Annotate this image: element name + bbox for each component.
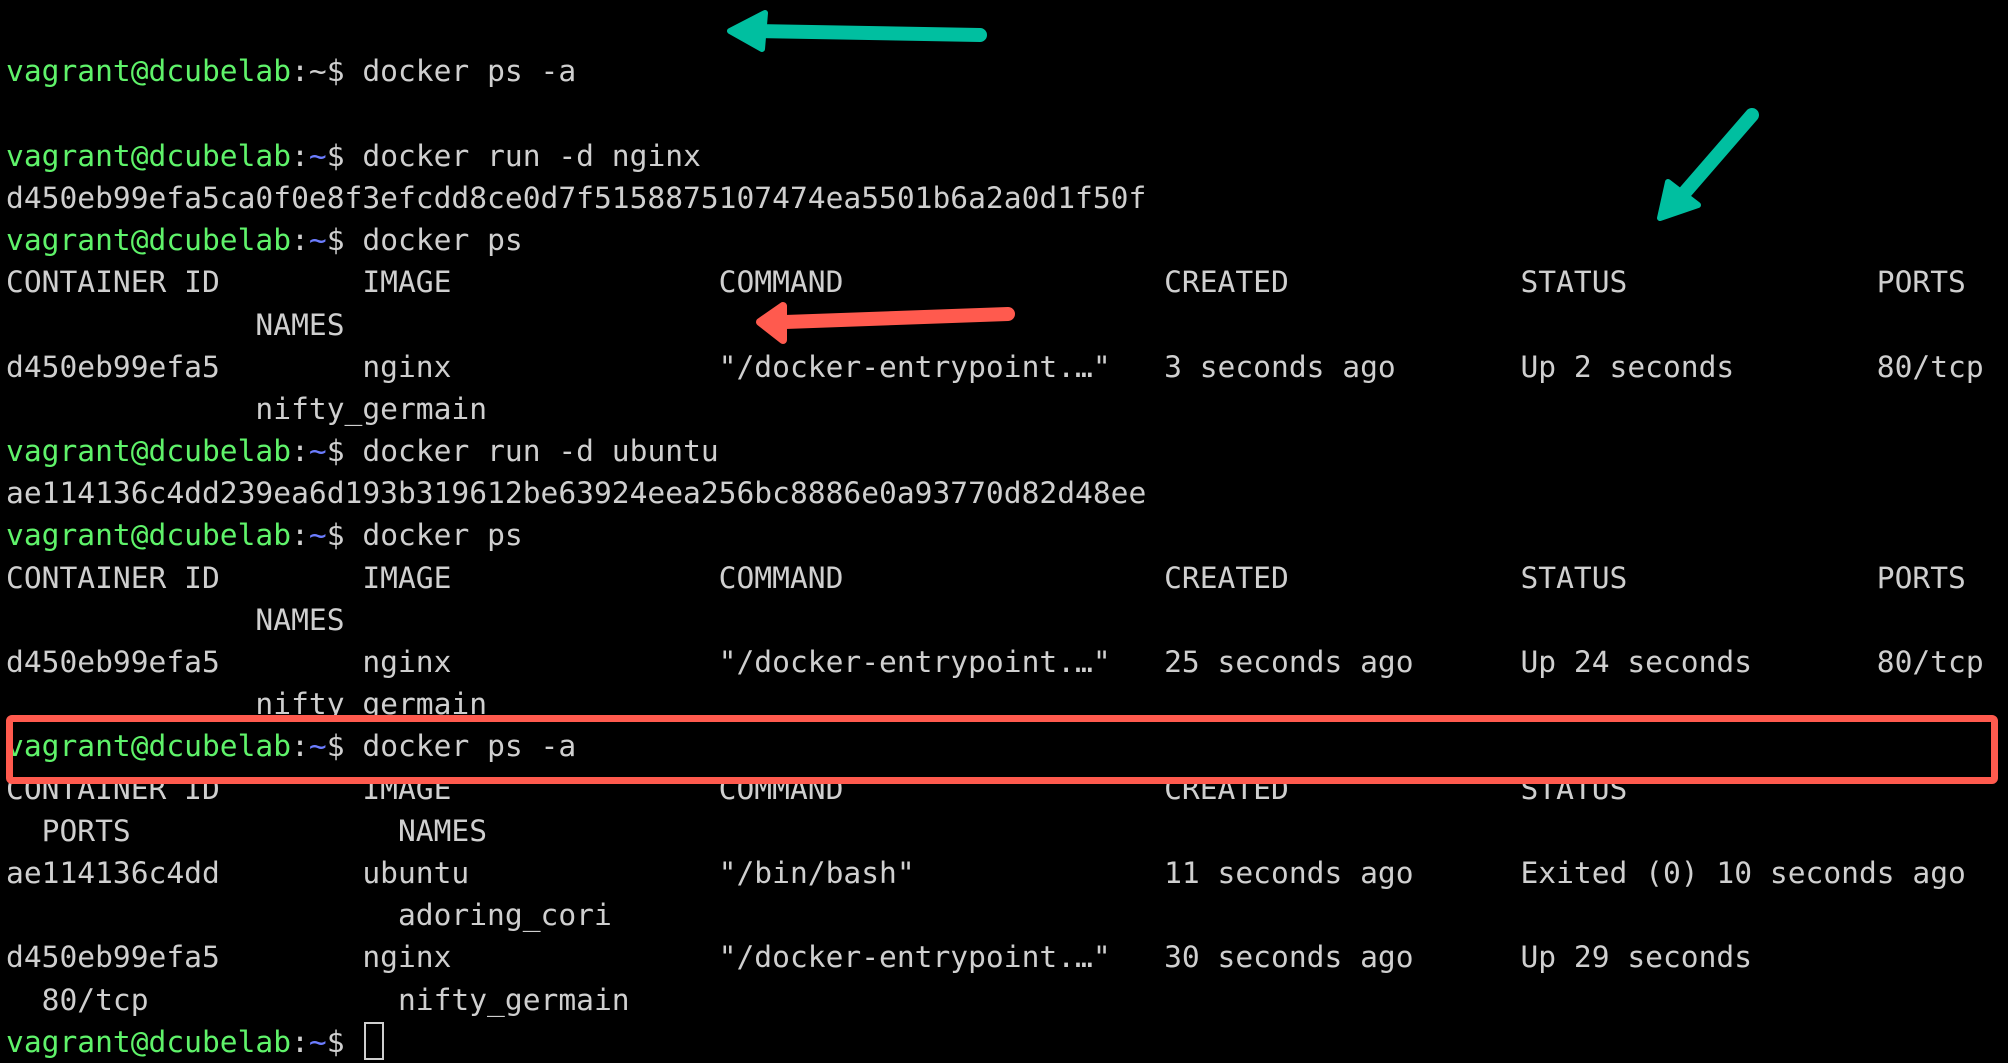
prompt-symbol: $ bbox=[326, 518, 363, 553]
prompt-symbol: $ bbox=[326, 1024, 363, 1059]
output-line: NAMES bbox=[6, 307, 345, 342]
highlight-box-exited-container bbox=[6, 715, 1998, 784]
prompt-symbol: $ bbox=[326, 434, 363, 469]
prompt-user-host: vagrant@dcubelab bbox=[6, 1024, 292, 1059]
prompt-symbol: $ bbox=[326, 223, 363, 258]
prompt-line: vagrant@dcubelab:~$ docker run -d nginx bbox=[6, 135, 1984, 177]
output-line: nifty_germain bbox=[6, 391, 488, 426]
prompt-colon: : bbox=[291, 434, 309, 469]
output-line: CONTAINER ID IMAGE COMMAND CREATED STATU… bbox=[6, 265, 1966, 300]
terminal-cursor[interactable] bbox=[364, 1021, 385, 1060]
prompt-line: vagrant@dcubelab:~$ docker ps bbox=[6, 514, 1984, 556]
prompt-path: ~ bbox=[308, 518, 327, 553]
prompt-path: ~ bbox=[308, 434, 327, 469]
prompt-line: vagrant@dcubelab:~$ docker run -d ubuntu bbox=[6, 430, 1984, 472]
prompt-symbol: $ bbox=[326, 138, 363, 173]
prompt-colon: : bbox=[291, 518, 309, 553]
output-line: adoring_cori bbox=[6, 898, 612, 933]
output-line: d450eb99efa5 nginx "/docker-entrypoint.…… bbox=[6, 645, 1984, 680]
prompt-path: ~ bbox=[308, 1024, 327, 1059]
prompt-user-host: vagrant@dcubelab bbox=[6, 518, 292, 553]
prompt-line: vagrant@dcubelab:~$ bbox=[6, 1021, 1984, 1063]
output-line: ae114136c4dd ubuntu "/bin/bash" 11 secon… bbox=[6, 855, 1966, 890]
prompt-user-host: vagrant@dcubelab bbox=[6, 434, 292, 469]
partial-line: vagrant@dcubelab:~$ docker ps -a bbox=[6, 54, 577, 89]
output-line: ae114136c4dd239ea6d193b319612be63924eea2… bbox=[6, 476, 1147, 511]
terminal-output[interactable]: vagrant@dcubelab:~$ docker ps -a vagrant… bbox=[6, 0, 1984, 1063]
output-line: d450eb99efa5 nginx "/docker-entrypoint.…… bbox=[6, 349, 1984, 384]
command-text: docker ps bbox=[362, 223, 523, 258]
prompt-colon: : bbox=[291, 223, 309, 258]
prompt-user-host: vagrant@dcubelab bbox=[6, 223, 292, 258]
prompt-path: ~ bbox=[308, 138, 327, 173]
prompt-colon: : bbox=[291, 1024, 309, 1059]
prompt-colon: : bbox=[291, 138, 309, 173]
command-text: docker run -d nginx bbox=[362, 138, 701, 173]
command-text: docker ps bbox=[362, 518, 523, 553]
prompt-path: ~ bbox=[308, 223, 327, 258]
output-line: PORTS NAMES bbox=[6, 813, 488, 848]
output-line: 80/tcp nifty_germain bbox=[6, 982, 630, 1017]
prompt-user-host: vagrant@dcubelab bbox=[6, 138, 292, 173]
output-line: NAMES bbox=[6, 602, 345, 637]
output-line: d450eb99efa5 nginx "/docker-entrypoint.…… bbox=[6, 940, 1753, 975]
prompt-line: vagrant@dcubelab:~$ docker ps bbox=[6, 219, 1984, 261]
output-line: d450eb99efa5ca0f0e8f3efcdd8ce0d7f5158875… bbox=[6, 180, 1147, 215]
command-text: docker run -d ubuntu bbox=[362, 434, 719, 469]
output-line: CONTAINER ID IMAGE COMMAND CREATED STATU… bbox=[6, 560, 1966, 595]
